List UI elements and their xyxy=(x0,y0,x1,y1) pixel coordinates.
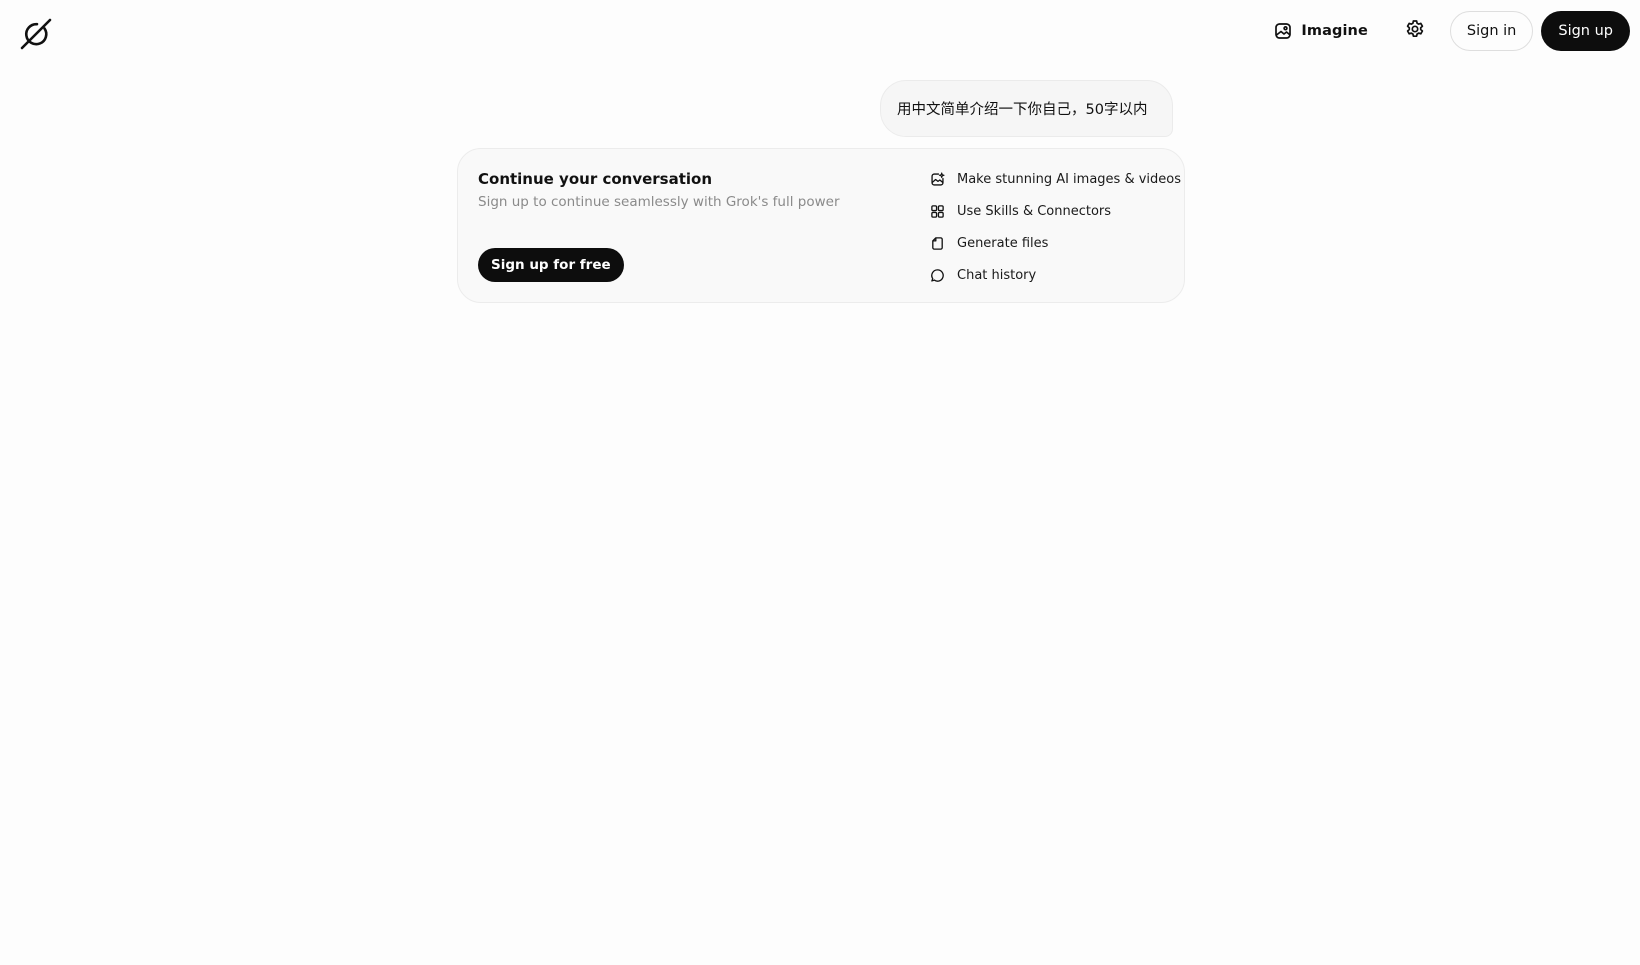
feature-item-images: Make stunning AI images & videos xyxy=(930,163,1181,195)
feature-label: Generate files xyxy=(957,235,1049,251)
image-sparkle-icon xyxy=(930,171,945,187)
file-icon xyxy=(930,236,945,251)
gear-icon xyxy=(1405,19,1425,43)
feature-list: Make stunning AI images & videos Use Ski… xyxy=(930,163,1181,291)
settings-button[interactable] xyxy=(1396,12,1434,50)
feature-item-skills: Use Skills & Connectors xyxy=(930,195,1181,227)
feature-label: Use Skills & Connectors xyxy=(957,203,1112,219)
imagine-icon xyxy=(1274,22,1292,40)
sign-in-button[interactable]: Sign in xyxy=(1449,11,1534,51)
sign-up-button[interactable]: Sign up xyxy=(1541,11,1630,51)
chat-bubble-icon xyxy=(930,268,945,283)
header-actions: Imagine Sign in Sign up xyxy=(1262,11,1630,51)
imagine-button[interactable]: Imagine xyxy=(1262,12,1382,50)
feature-label: Chat history xyxy=(957,267,1037,283)
feature-label: Make stunning AI images & videos xyxy=(957,171,1182,187)
continue-conversation-card: Continue your conversation Sign up to co… xyxy=(457,148,1185,303)
feature-item-history: Chat history xyxy=(930,259,1181,291)
sign-up-for-free-button[interactable]: Sign up for free xyxy=(478,248,624,282)
grok-logo-icon[interactable] xyxy=(18,16,54,52)
card-title: Continue your conversation xyxy=(478,170,713,188)
user-message-text: 用中文简单介绍一下你自己，50字以内 xyxy=(897,102,1148,118)
imagine-label: Imagine xyxy=(1301,23,1368,39)
card-subtitle: Sign up to continue seamlessly with Grok… xyxy=(478,194,840,210)
feature-item-files: Generate files xyxy=(930,227,1181,259)
user-message-bubble: 用中文简单介绍一下你自己，50字以内 xyxy=(880,80,1173,137)
skills-grid-icon xyxy=(930,204,945,219)
